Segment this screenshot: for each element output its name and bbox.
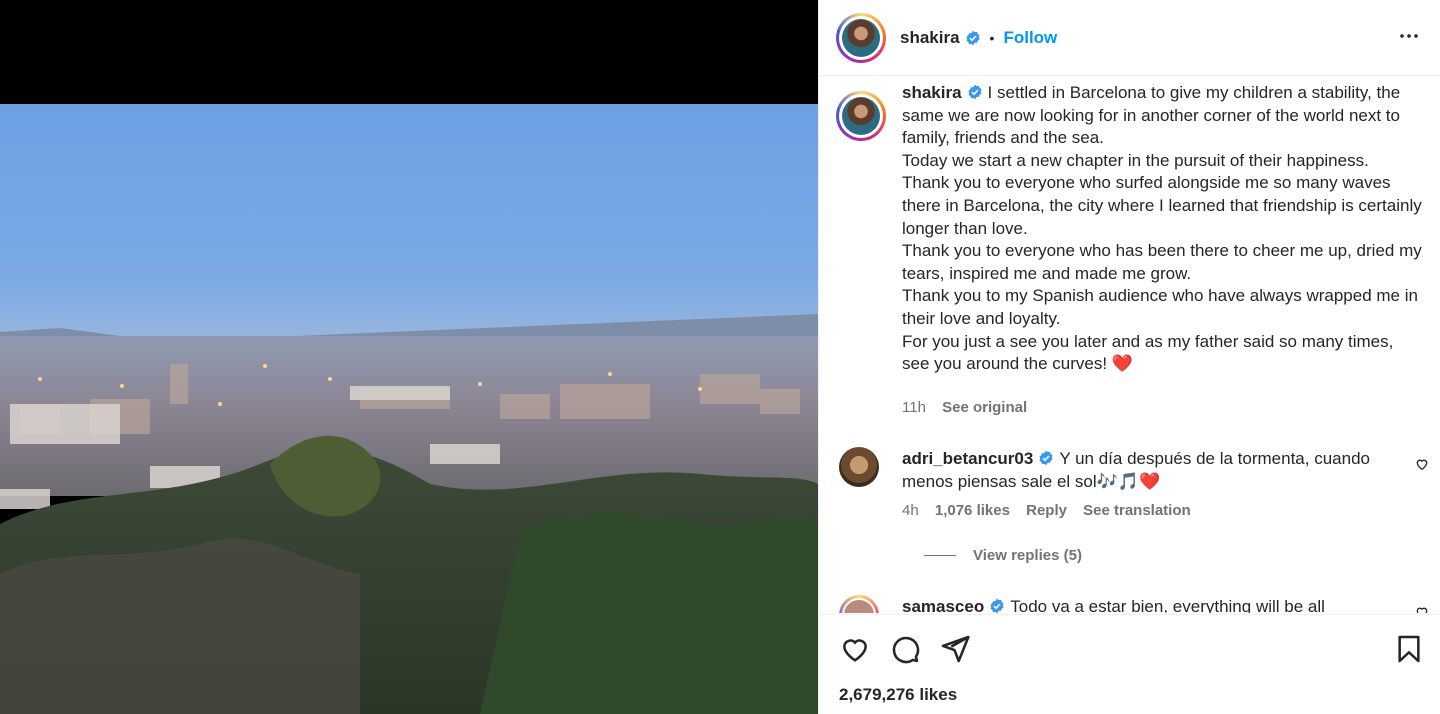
comment-text: Todo va a estar bien, everything will be… (1010, 597, 1325, 613)
verified-badge-icon (966, 30, 980, 45)
comment-meta: 4h 1,076 likes Reply See translation (902, 502, 1203, 519)
caption-text: I settled in Barcelona to give my childr… (902, 83, 1422, 374)
post-panel: shakira • Follow shakira I settled in Ba… (818, 0, 1440, 714)
author-username[interactable]: shakira (900, 28, 960, 48)
caption-time: 11h (902, 399, 926, 416)
more-options-icon[interactable] (1397, 24, 1421, 48)
comment-avatar[interactable] (839, 447, 879, 487)
reply-button[interactable]: Reply (1026, 502, 1067, 519)
share-icon[interactable] (939, 633, 971, 665)
caption-story-ring[interactable] (836, 91, 886, 141)
caption-text-block: shakira I settled in Barcelona to give m… (902, 82, 1422, 376)
heart-icon[interactable] (839, 633, 871, 665)
see-translation-link[interactable]: See translation (1083, 502, 1191, 519)
verified-badge-icon (968, 84, 982, 100)
comment-icon[interactable] (889, 633, 921, 665)
comment-text-block: samasceo Todo va a estar bien, everythin… (902, 596, 1372, 613)
comment-heart-icon[interactable] (1415, 605, 1429, 613)
caption-avatar[interactable] (842, 97, 880, 135)
post-header: shakira • Follow (819, 0, 1440, 76)
story-ring[interactable] (836, 12, 886, 63)
comments-section[interactable]: shakira I settled in Barcelona to give m… (819, 77, 1440, 613)
comment-username[interactable]: adri_betancur03 (902, 449, 1033, 468)
bookmark-icon[interactable] (1393, 633, 1425, 665)
comment-time: 4h (902, 502, 919, 519)
post-media[interactable] (0, 0, 818, 714)
likes-count[interactable]: 2,679,276 likes (839, 685, 957, 705)
follow-button[interactable]: Follow (1003, 28, 1057, 48)
comment-username[interactable]: samasceo (902, 597, 984, 613)
post-photo (0, 104, 818, 714)
replies-divider (924, 555, 956, 556)
verified-badge-icon (990, 598, 1004, 613)
comment-text-block: adri_betancur03 Y un día después de la t… (902, 448, 1372, 493)
view-replies-button[interactable]: View replies (5) (924, 547, 1082, 564)
caption-username[interactable]: shakira (902, 83, 962, 102)
caption-meta: 11h See original (902, 399, 1039, 416)
verified-badge-icon (1039, 450, 1053, 466)
comment-avatar[interactable] (839, 595, 879, 613)
action-bar: 2,679,276 likes (819, 614, 1440, 714)
comment-likes[interactable]: 1,076 likes (935, 502, 1010, 519)
comment-heart-icon[interactable] (1415, 457, 1429, 471)
caption (836, 91, 886, 141)
see-original-link[interactable]: See original (942, 399, 1027, 416)
avatar[interactable] (842, 18, 880, 57)
separator-dot: • (989, 29, 995, 46)
view-replies-label: View replies (5) (973, 547, 1082, 564)
